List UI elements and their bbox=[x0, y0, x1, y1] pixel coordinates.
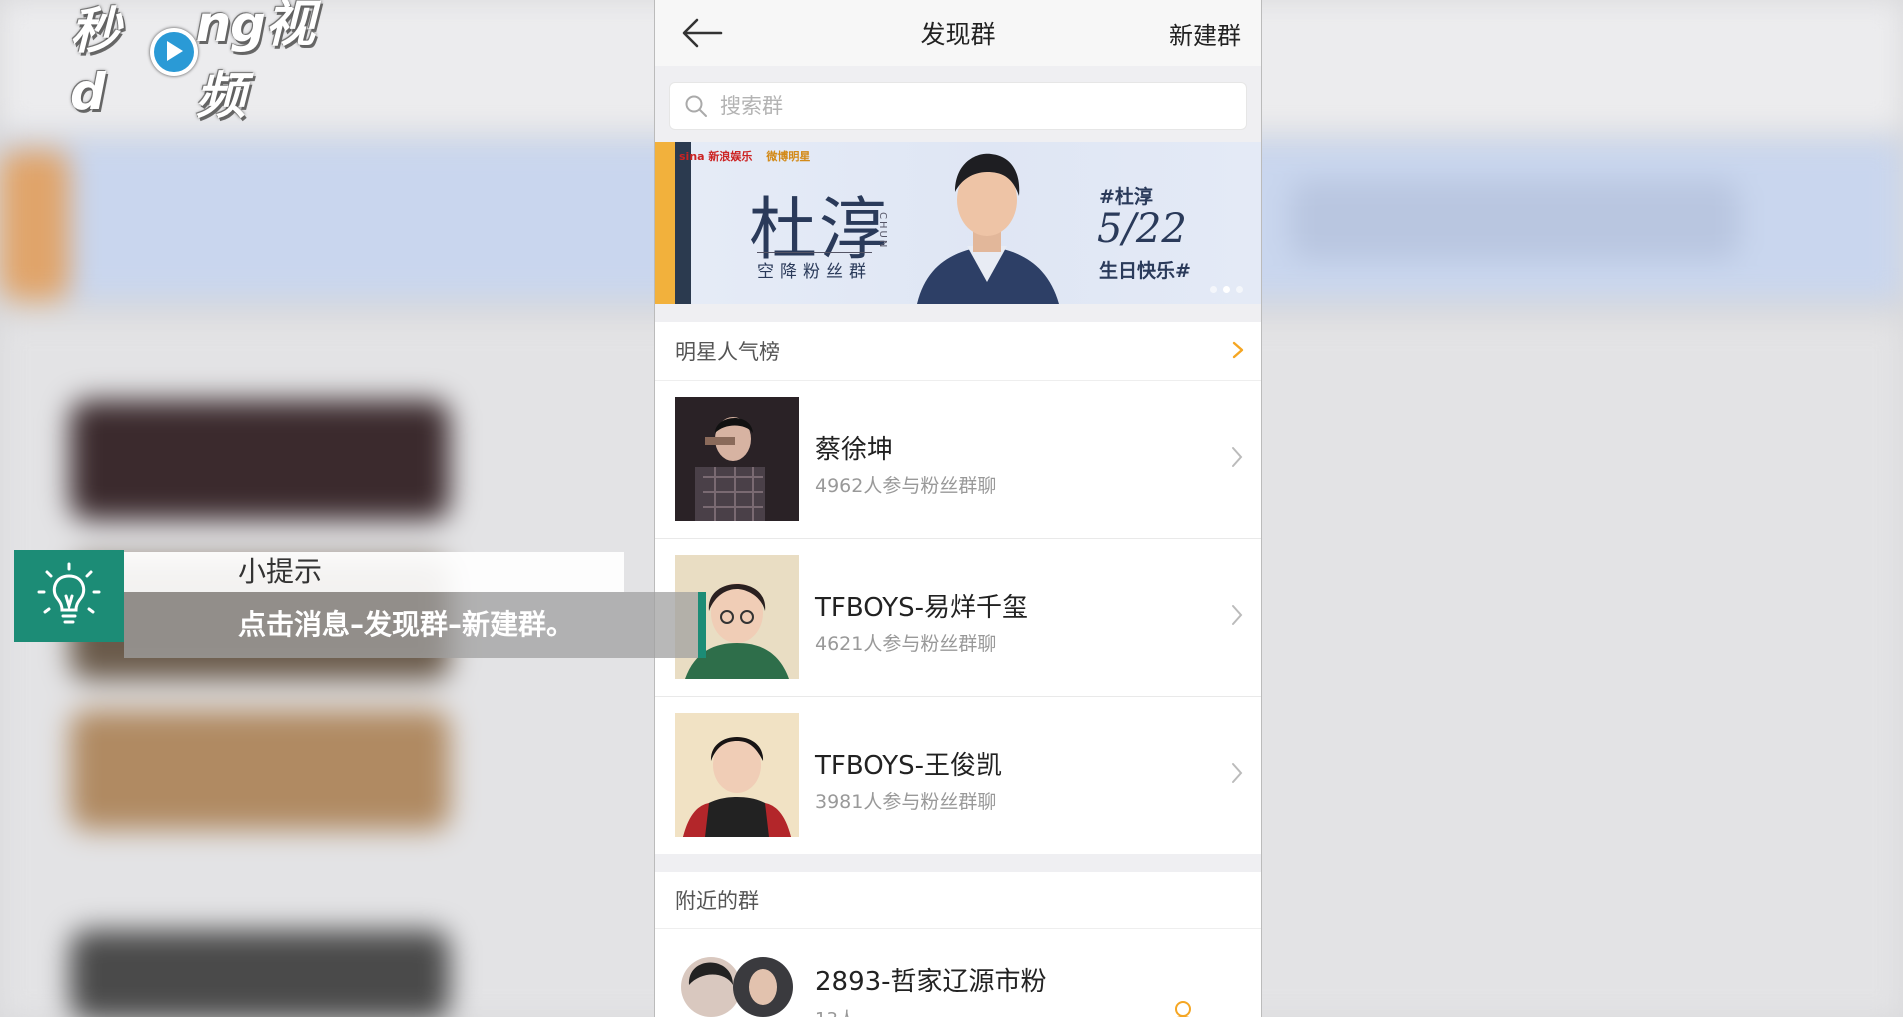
tip-title-bar bbox=[124, 552, 624, 592]
chevron-right-icon[interactable] bbox=[1231, 340, 1245, 360]
search-area bbox=[655, 66, 1261, 142]
group-members: 4962人参与粉丝群聊 bbox=[815, 475, 997, 497]
star-ranking-section: 明星人气榜 蔡徐坤 4962人参与粉丝群聊 TFBOYS-易烊千玺 4621人参… bbox=[655, 322, 1261, 854]
tip-body-text: 点击消息–发现群–新建群。 bbox=[238, 608, 575, 641]
watermark-logo: 秒d ng视频 bbox=[70, 0, 360, 125]
section-title: 附近的群 bbox=[675, 889, 759, 913]
star-portrait-image bbox=[917, 153, 1059, 304]
banner-hashtag: #杜淳 bbox=[1099, 186, 1153, 208]
banner-page-indicator bbox=[1210, 286, 1243, 293]
list-item[interactable]: 2893-哲家辽源市粉 13人 bbox=[655, 929, 1261, 1017]
banner-birthday-text: 生日快乐# bbox=[1099, 260, 1191, 282]
avatar bbox=[675, 397, 799, 521]
banner-date: 5/22 bbox=[1097, 206, 1187, 252]
page-title: 发现群 bbox=[920, 20, 996, 49]
list-item[interactable]: TFBOYS-易烊千玺 4621人参与粉丝群聊 bbox=[655, 539, 1261, 697]
chevron-right-icon bbox=[1232, 605, 1243, 625]
chevron-right-icon bbox=[1232, 447, 1243, 467]
search-box[interactable] bbox=[669, 82, 1247, 130]
nearby-groups-header: 附近的群 bbox=[655, 872, 1261, 929]
lightbulb-icon bbox=[37, 562, 101, 624]
banner-dot-active[interactable] bbox=[1223, 286, 1230, 293]
tip-title: 小提示 bbox=[238, 555, 323, 588]
logo-text-part2: ng视频 bbox=[195, 0, 315, 125]
phone-screen: 发现群 新建群 sina 新浪娱乐微博明星 杜淳 CHUN 空降粉丝群 #杜淳 … bbox=[655, 0, 1261, 1017]
search-icon bbox=[685, 95, 707, 117]
navigation-bar: 发现群 新建群 bbox=[655, 0, 1261, 66]
group-members: 13人 bbox=[815, 1005, 856, 1017]
nearby-groups-section: 附近的群 2893-哲家辽源市粉 13人 bbox=[655, 872, 1261, 1017]
banner-dot[interactable] bbox=[1210, 286, 1217, 293]
back-arrow-icon[interactable] bbox=[679, 14, 725, 52]
group-members: 4621人参与粉丝群聊 bbox=[815, 633, 997, 655]
banner-pinyin: CHUN bbox=[877, 212, 888, 250]
banner-dot[interactable] bbox=[1236, 286, 1243, 293]
tip-icon-box bbox=[14, 550, 124, 642]
tip-accent-bar bbox=[698, 592, 706, 658]
list-item[interactable]: TFBOYS-王俊凯 3981人参与粉丝群聊 bbox=[655, 697, 1261, 854]
avatar bbox=[675, 713, 799, 837]
sina-logo: sina 新浪娱乐 bbox=[679, 150, 753, 163]
add-group-icon[interactable] bbox=[1165, 995, 1205, 1017]
search-input[interactable] bbox=[718, 93, 1162, 119]
list-item[interactable]: 蔡徐坤 4962人参与粉丝群聊 bbox=[655, 381, 1261, 539]
group-members: 3981人参与粉丝群聊 bbox=[815, 791, 997, 813]
group-name: 2893-哲家辽源市粉 bbox=[815, 967, 1047, 997]
banner-stripe bbox=[655, 142, 675, 304]
chevron-right-icon bbox=[1232, 763, 1243, 783]
weibo-star-logo: 微博明星 bbox=[766, 150, 811, 163]
logo-text-part1: 秒d bbox=[70, 2, 120, 121]
banner-logos: sina 新浪娱乐 微博明星 bbox=[679, 148, 810, 164]
play-icon bbox=[150, 28, 198, 76]
avatar bbox=[681, 957, 793, 1017]
banner-subtitle: 空降粉丝群 bbox=[757, 252, 872, 282]
group-name: TFBOYS-王俊凯 bbox=[815, 751, 1003, 781]
promo-banner[interactable]: sina 新浪娱乐 微博明星 杜淳 CHUN 空降粉丝群 #杜淳 5/22 生日快… bbox=[655, 142, 1261, 304]
new-group-button[interactable]: 新建群 bbox=[1169, 16, 1241, 51]
group-name: 蔡徐坤 bbox=[815, 435, 894, 465]
group-name: TFBOYS-易烊千玺 bbox=[815, 593, 1029, 623]
star-ranking-header[interactable]: 明星人气榜 bbox=[655, 322, 1261, 381]
banner-stripe-dark bbox=[675, 142, 691, 304]
section-title: 明星人气榜 bbox=[675, 340, 780, 364]
